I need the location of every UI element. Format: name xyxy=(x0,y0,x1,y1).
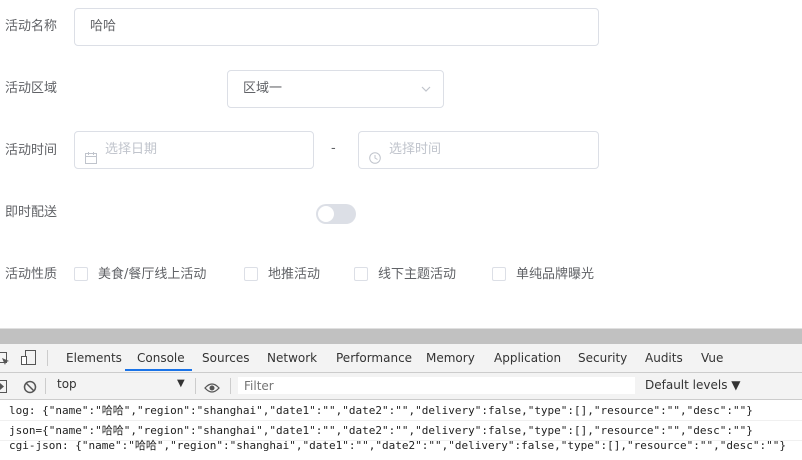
type-checkbox-food[interactable]: 美食/餐厅线上活动 xyxy=(74,266,206,284)
sidebar-toggle-icon[interactable] xyxy=(0,379,9,398)
clear-console-icon[interactable] xyxy=(23,379,37,398)
activity-form: 活动名称 哈哈 活动区域 区域一 活动时间 选择日期 - 选择时间 即时配送 活… xyxy=(0,0,802,328)
console-filter-input[interactable]: Filter xyxy=(237,376,636,395)
tab-console[interactable]: Console xyxy=(137,344,185,372)
delivery-switch[interactable] xyxy=(316,204,356,224)
checkbox-label: 线下主题活动 xyxy=(378,267,457,282)
name-input[interactable]: 哈哈 xyxy=(74,8,599,46)
context-dropdown-icon[interactable]: ▼ xyxy=(177,378,185,389)
range-dash: - xyxy=(331,141,336,156)
name-label: 活动名称 xyxy=(5,19,58,34)
tab-network[interactable]: Network xyxy=(267,344,317,372)
type-label: 活动性质 xyxy=(5,267,58,282)
date-placeholder: 选择日期 xyxy=(105,142,158,157)
console-message: log: {"name":"哈哈","region":"shanghai","d… xyxy=(0,401,802,421)
date-picker[interactable]: 选择日期 xyxy=(74,131,314,169)
tab-elements[interactable]: Elements xyxy=(66,344,122,372)
region-select[interactable]: 区域一 xyxy=(227,70,444,108)
time-placeholder: 选择时间 xyxy=(389,142,442,157)
type-checkbox-brand[interactable]: 单纯品牌曝光 xyxy=(492,266,594,284)
tab-security[interactable]: Security xyxy=(578,344,627,372)
tab-vue[interactable]: Vue xyxy=(701,344,723,372)
switch-knob xyxy=(318,206,334,222)
tab-performance[interactable]: Performance xyxy=(336,344,412,372)
clock-icon xyxy=(369,143,381,164)
inspect-icon[interactable] xyxy=(0,351,10,370)
time-label: 活动时间 xyxy=(5,143,58,158)
checkbox-box xyxy=(354,266,368,281)
devtools-panel: Elements Console Sources Network Perform… xyxy=(0,344,802,460)
context-selector[interactable]: top xyxy=(57,377,77,391)
region-label: 活动区域 xyxy=(5,81,58,96)
toolbar-separator xyxy=(230,378,231,394)
checkbox-box xyxy=(492,266,506,281)
checkbox-box xyxy=(244,266,258,281)
tab-audits[interactable]: Audits xyxy=(645,344,683,372)
toolbar-separator xyxy=(195,378,196,394)
tab-memory[interactable]: Memory xyxy=(426,344,475,372)
active-tab-indicator xyxy=(125,369,192,371)
console-message: cgi-json: {"name":"哈哈","region":"shangha… xyxy=(9,439,786,452)
checkbox-label: 美食/餐厅线上活动 xyxy=(98,267,207,282)
checkbox-label: 地推活动 xyxy=(268,267,321,282)
default-levels-dropdown[interactable]: Default levels ▼ xyxy=(645,378,741,392)
calendar-icon xyxy=(85,143,97,164)
toolbar-separator xyxy=(45,378,46,394)
horizontal-scrollbar[interactable] xyxy=(0,328,802,345)
type-checkbox-offline[interactable]: 线下主题活动 xyxy=(354,266,456,284)
region-select-value: 区域一 xyxy=(243,81,283,96)
console-toolbar: top ▼ Filter Default levels ▼ xyxy=(0,373,802,400)
type-checkbox-ground[interactable]: 地推活动 xyxy=(244,266,320,284)
tab-application[interactable]: Application xyxy=(494,344,561,372)
tab-sources[interactable]: Sources xyxy=(202,344,249,372)
checkbox-box xyxy=(74,266,88,281)
tabbar-separator xyxy=(47,350,48,366)
devtools-tabbar: Elements Console Sources Network Perform… xyxy=(0,344,802,373)
chevron-down-icon xyxy=(421,71,431,122)
device-toggle-icon[interactable] xyxy=(21,350,37,370)
eye-icon[interactable] xyxy=(204,379,220,398)
checkbox-label: 单纯品牌曝光 xyxy=(516,267,595,282)
delivery-label: 即时配送 xyxy=(5,205,58,220)
time-picker[interactable]: 选择时间 xyxy=(358,131,599,169)
